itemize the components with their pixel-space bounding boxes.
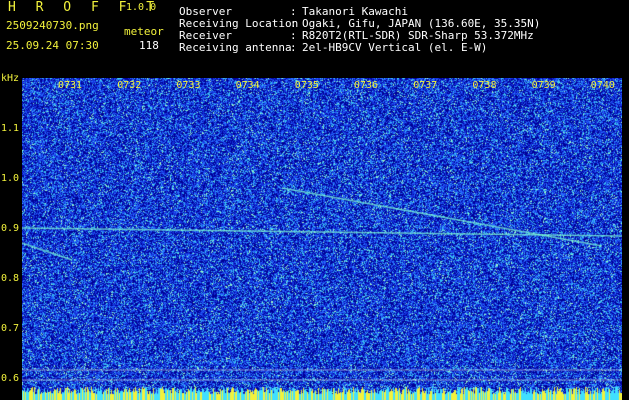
meteor-counter-label: meteor bbox=[124, 25, 164, 38]
frequency-tick-label: 0.7 bbox=[1, 323, 20, 334]
file-datetime: 25.09.24 07:30 bbox=[6, 39, 99, 52]
time-tick-label: 0733 bbox=[176, 80, 201, 91]
time-tick-label: 0731 bbox=[58, 80, 83, 91]
time-tick-label: 0739 bbox=[531, 80, 556, 91]
frequency-tick-label: 0.6 bbox=[1, 373, 20, 384]
time-tick-label: 0735 bbox=[294, 80, 319, 91]
info-key-antenna: Receiving antenna bbox=[179, 41, 292, 54]
meteor-counter-value: 118 bbox=[139, 39, 159, 52]
time-tick-label: 0734 bbox=[235, 80, 260, 91]
app-version: 1.0.0 bbox=[126, 2, 157, 13]
time-tick-label: 0732 bbox=[117, 80, 142, 91]
file-name: 2509240730.png bbox=[6, 19, 99, 32]
time-tick-label: 0738 bbox=[472, 80, 497, 91]
spectrogram bbox=[22, 78, 622, 400]
time-tick-label: 0736 bbox=[354, 80, 379, 91]
frequency-tick-label: 0.8 bbox=[1, 273, 20, 284]
time-tick-label: 0740 bbox=[590, 80, 615, 91]
info-colon: : bbox=[290, 41, 297, 54]
frequency-tick-label: 1.0 bbox=[1, 173, 20, 184]
info-value-antenna: 2el-HB9CV Vertical (el. E-W) bbox=[302, 41, 488, 54]
time-tick-label: 0737 bbox=[413, 80, 438, 91]
frequency-unit-label: kHz bbox=[1, 73, 20, 84]
frequency-tick-label: 1.1 bbox=[1, 123, 20, 134]
frequency-tick-label: 0.9 bbox=[1, 223, 20, 234]
